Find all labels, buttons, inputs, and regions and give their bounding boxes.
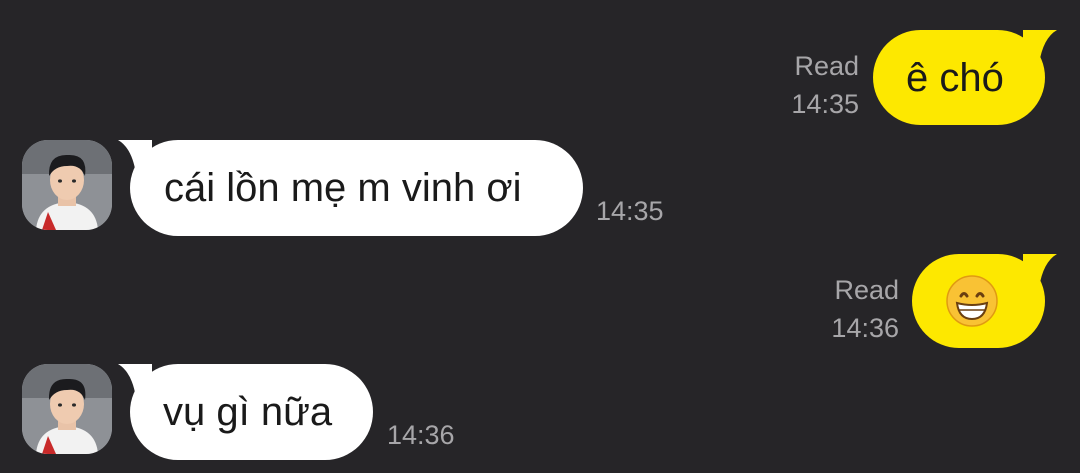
timestamp: 14:36 — [831, 313, 899, 343]
message-text: ê chó — [906, 55, 1004, 100]
avatar[interactable] — [22, 140, 112, 230]
outgoing-message-bubble[interactable]: ê chó — [873, 30, 1057, 125]
grinning-face-icon — [946, 275, 998, 327]
bubble-tail-icon — [1023, 30, 1057, 64]
chat-conversation[interactable]: Read 14:35 ê chó cái lồn mẹ m vinh ơi 14… — [0, 0, 1080, 473]
incoming-message-bubble[interactable]: cái lồn mẹ m vinh ơi — [118, 140, 583, 236]
bubble-tail-icon — [118, 140, 152, 174]
profile-photo-icon — [22, 364, 112, 454]
read-status: Read — [834, 275, 899, 305]
message-meta: Read 14:35 — [760, 47, 859, 123]
bubble-tail-icon — [118, 364, 152, 398]
message-text: vụ gì nữa — [163, 390, 333, 434]
avatar[interactable] — [22, 364, 112, 454]
timestamp: 14:35 — [791, 89, 859, 119]
message-text: cái lồn mẹ m vinh ơi — [164, 166, 522, 210]
bubble-tail-icon — [1023, 254, 1057, 288]
timestamp: 14:35 — [596, 196, 664, 226]
outgoing-message-bubble[interactable] — [912, 254, 1057, 348]
incoming-message-bubble[interactable]: vụ gì nữa — [118, 364, 373, 460]
message-meta: Read 14:36 — [800, 271, 899, 347]
read-status: Read — [794, 51, 859, 81]
profile-photo-icon — [22, 140, 112, 230]
timestamp: 14:36 — [387, 420, 455, 450]
